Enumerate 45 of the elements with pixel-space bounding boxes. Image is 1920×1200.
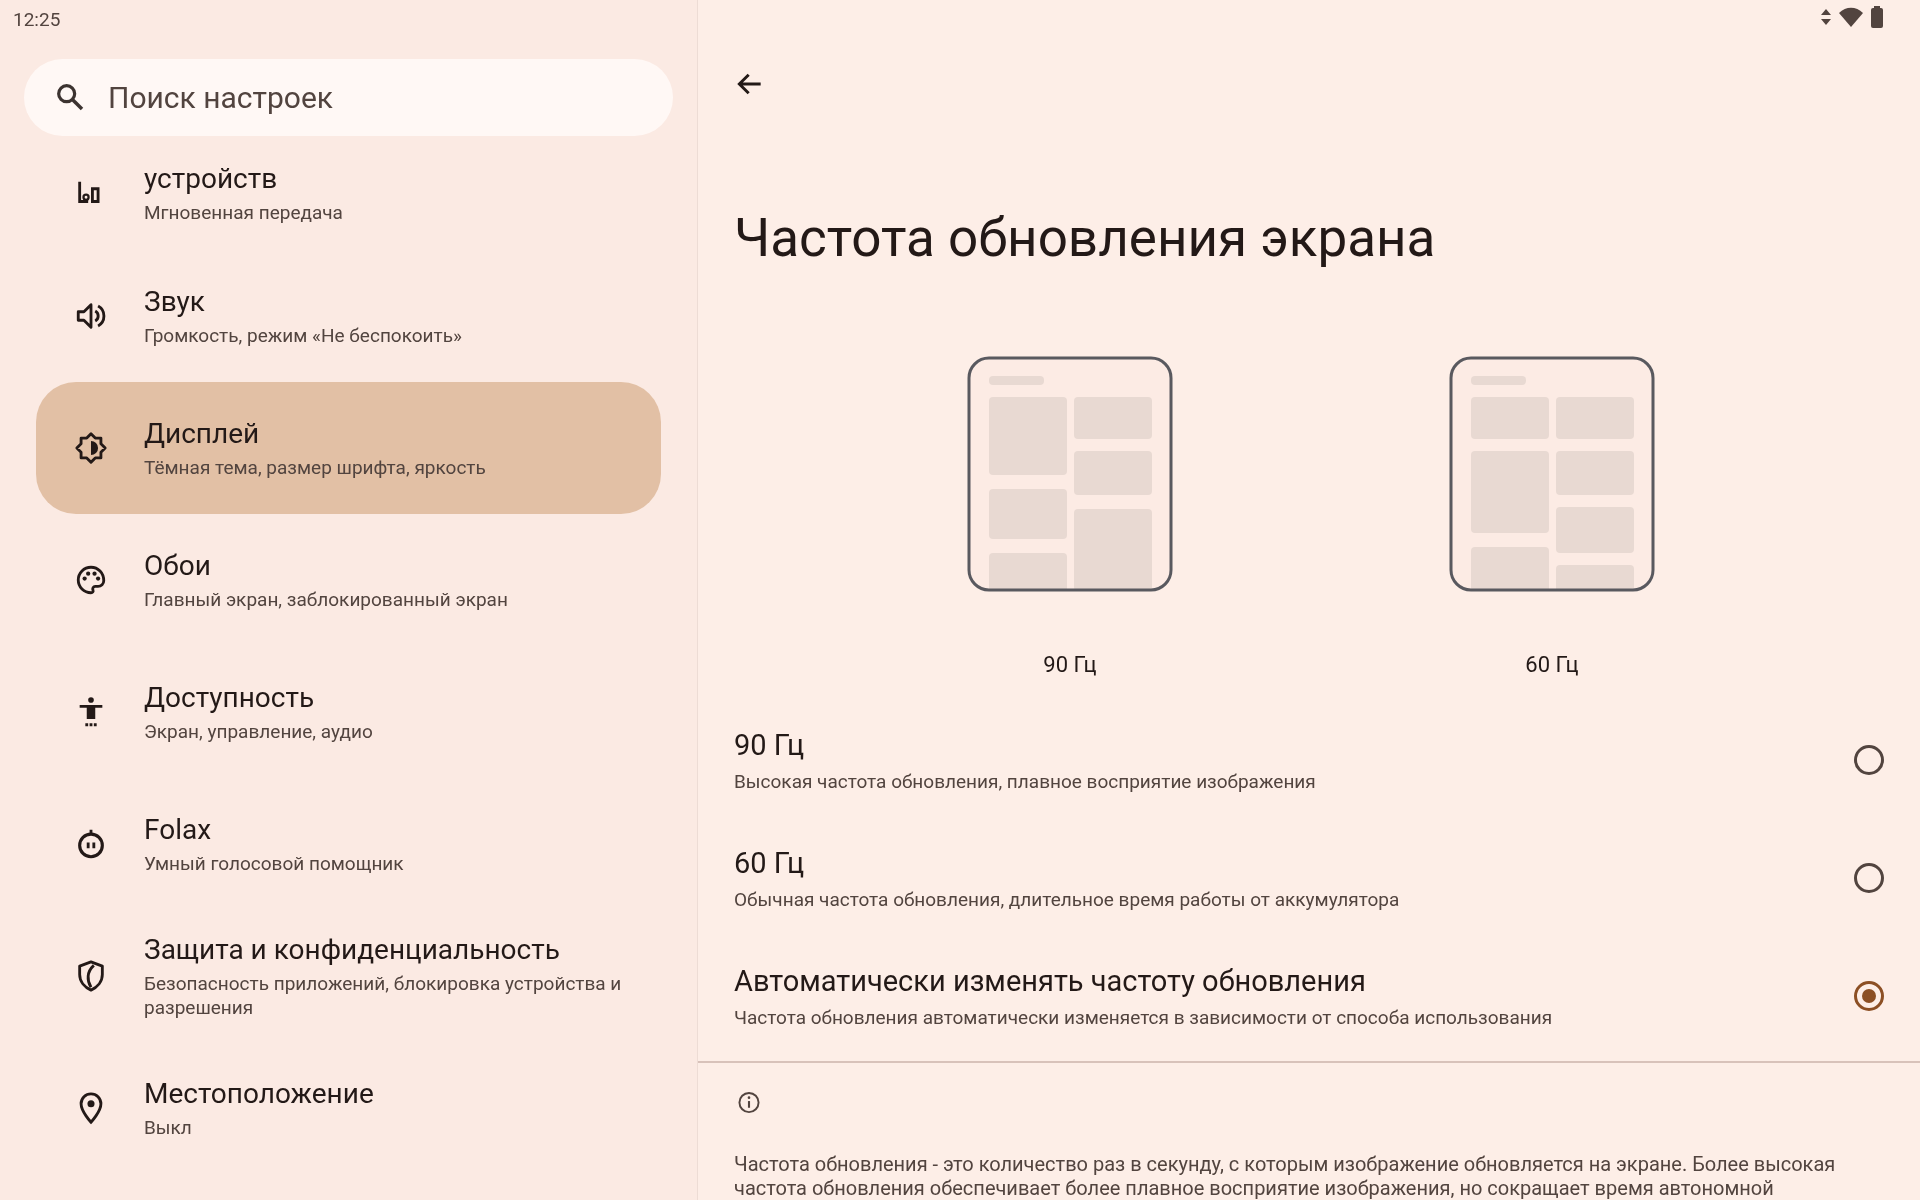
palette-icon <box>74 563 108 597</box>
item-title: Folax <box>144 812 213 846</box>
settings-item[interactable]: Дисплей Тёмная тема, размер шрифта, яркость <box>36 382 661 514</box>
item-subtitle: Тёмная тема, размер шрифта, яркость <box>144 455 486 480</box>
status-time: 12:25 <box>12 7 62 33</box>
brightness-icon <box>74 431 108 465</box>
item-subtitle: Умный голосовой помощник <box>144 851 404 876</box>
radio-button[interactable] <box>1854 863 1884 893</box>
option-description: Частота обновления автоматически изменяется в зависимости от способа использования <box>734 1005 1554 1029</box>
info-paragraph: Частота обновления - это количество раз в секунду, с которым изображение обновляется на экране. Более высокая частота обновления обеспечивает более плавное восприятие изображения, но сокращает время автономной <box>734 1152 1837 1200</box>
item-title: Доступность <box>144 680 316 714</box>
preview-label: 90 Гц <box>1043 652 1097 677</box>
item-title: Звук <box>144 284 206 318</box>
settings-item[interactable]: Звук Громкость, режим «Не беспокоить» <box>36 250 661 382</box>
settings-item[interactable]: Защита и конфиденциальность Безопасность приложений, блокировка устройства и разрешения <box>36 910 661 1042</box>
search-icon <box>54 81 86 113</box>
settings-item[interactable]: Folax Умный голосовой помощник <box>36 778 661 910</box>
item-title: устройств <box>144 161 279 195</box>
wifi-icon <box>1838 7 1864 27</box>
page-title: Частота обновления экрана <box>734 207 1437 269</box>
radio-button[interactable] <box>1854 745 1884 775</box>
option-title: 60 Гц <box>734 845 806 880</box>
item-subtitle: Выкл <box>144 1115 193 1140</box>
option-description: Высокая частота обновления, плавное восприятие изображения <box>734 769 1317 793</box>
item-subtitle: Безопасность приложений, блокировка устройства и разрешения <box>144 971 623 1020</box>
radio-button[interactable] <box>1854 981 1884 1011</box>
item-subtitle: Громкость, режим «Не беспокоить» <box>144 323 462 348</box>
battery-icon <box>1870 6 1884 28</box>
item-subtitle: Экран, управление, аудио <box>144 719 373 744</box>
settings-item[interactable]: Обои Главный экран, заблокированный экран <box>36 514 661 646</box>
option-description: Обычная частота обновления, длительное время работы от аккумулятора <box>734 887 1401 911</box>
item-subtitle: Мгновенная передача <box>144 200 343 225</box>
item-title: Дисплей <box>144 416 261 450</box>
item-title: Защита и конфиденциальность <box>144 932 561 966</box>
search-field[interactable]: Поиск настроек <box>24 59 673 136</box>
option-title: Автоматически изменять частоту обновления <box>734 963 1367 998</box>
settings-item[interactable]: Доступность Экран, управление, аудио <box>36 646 661 778</box>
item-title: Обои <box>144 548 212 582</box>
preview-label: 60 Гц <box>1525 652 1579 677</box>
data-arrows-icon <box>1820 8 1832 26</box>
settings-item[interactable]: устройств Мгновенная передача <box>36 136 661 250</box>
item-subtitle: Главный экран, заблокированный экран <box>144 587 508 612</box>
item-title: Местоположение <box>144 1076 374 1110</box>
settings-item[interactable]: Местоположение Выкл <box>36 1042 661 1174</box>
option-title: 90 Гц <box>734 727 806 762</box>
